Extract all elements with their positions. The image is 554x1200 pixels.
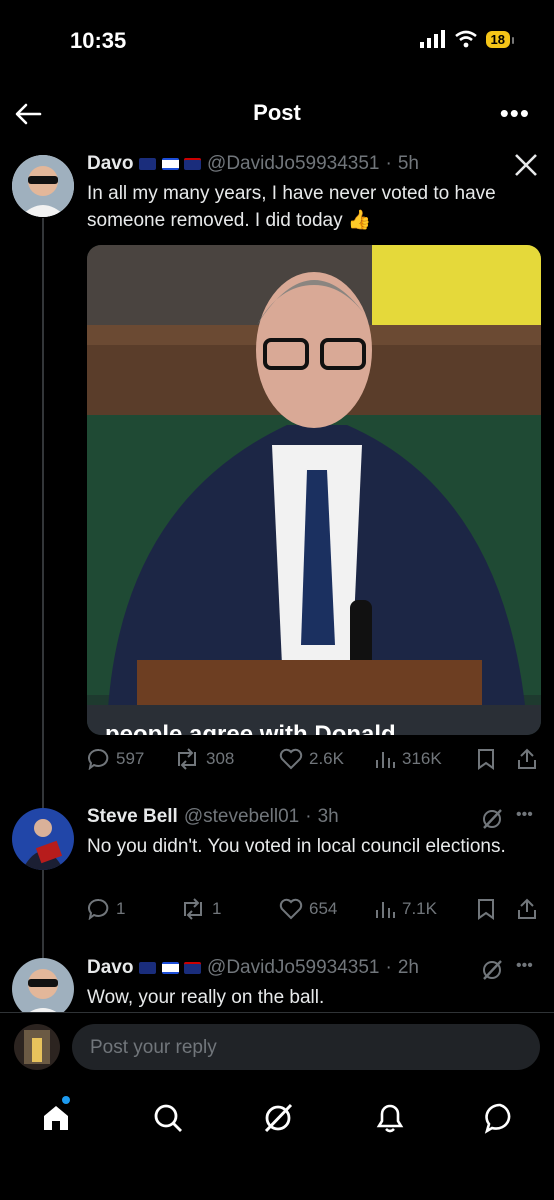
post-time: 3h (317, 806, 339, 827)
more-icon[interactable]: ••• (516, 806, 533, 824)
repost-action[interactable]: 308 (174, 748, 279, 770)
avatar[interactable] (12, 808, 74, 870)
share-icon[interactable] (516, 748, 538, 770)
reply-count: 1 (116, 899, 126, 918)
reply-action[interactable]: 597 (88, 748, 174, 770)
repost-icon (178, 748, 196, 770)
notification-dot (62, 1096, 70, 1104)
reply-icon (88, 748, 109, 770)
view-count: 7.1K (402, 899, 437, 918)
reply-count: 597 (116, 749, 145, 768)
like-count: 654 (309, 899, 338, 918)
reply-text: Wow, your really on the ball. (87, 987, 325, 1008)
views-action[interactable]: 316K (374, 748, 476, 770)
views-icon (376, 902, 395, 918)
flag-uk-icon (184, 157, 202, 170)
reply-icon (88, 898, 109, 920)
flag-au-icon (139, 961, 157, 974)
battery-indicator: 18 (485, 30, 515, 48)
author-name[interactable]: Davo (87, 957, 133, 979)
status-time: 10:35 (70, 28, 127, 53)
notifications-icon[interactable] (374, 1102, 406, 1134)
reply-text: No you didn't. You voted in local counci… (87, 836, 506, 857)
repost-icon (184, 898, 202, 920)
messages-icon[interactable] (484, 1102, 516, 1134)
page-title: Post (253, 100, 301, 125)
more-icon[interactable]: ••• (516, 957, 533, 975)
author-handle[interactable]: @DavidJo59934351 (207, 153, 379, 175)
grok-icon[interactable] (481, 959, 503, 981)
views-action[interactable]: 7.1K (374, 898, 476, 920)
views-icon (376, 752, 395, 768)
post-time: 2h (397, 957, 419, 978)
author-handle[interactable]: @stevebell01 (184, 806, 299, 828)
reply-input-placeholder: Post your reply (90, 1037, 217, 1058)
like-count: 2.6K (309, 749, 344, 768)
reply-author-row: Davo @DavidJo59934351 · 2h (87, 957, 419, 979)
post-author-row: Davo @DavidJo59934351 · 5h (87, 153, 419, 175)
grok-icon[interactable] (262, 1102, 294, 1134)
flag-il-icon (161, 961, 179, 974)
thumbs-up-emoji: 👍 (347, 210, 372, 231)
reply-actions: 1 1 654 7.1K (88, 898, 543, 920)
flag-au-icon (139, 157, 157, 170)
reply-action[interactable]: 1 (88, 898, 180, 920)
heart-icon (279, 748, 303, 770)
repost-count: 1 (212, 899, 222, 918)
author-handle[interactable]: @DavidJo59934351 (207, 957, 379, 979)
bookmark-icon[interactable] (476, 898, 496, 920)
avatar[interactable] (12, 155, 74, 217)
avatar[interactable] (12, 958, 74, 1020)
bottom-tab-bar (0, 1080, 554, 1200)
view-count: 316K (402, 749, 442, 768)
home-icon[interactable] (40, 1102, 72, 1134)
post-time: 5h (397, 153, 419, 174)
author-name[interactable]: Davo (87, 153, 133, 175)
repost-count: 308 (206, 749, 235, 768)
reply-author-row: Steve Bell @stevebell01 · 3h (87, 806, 339, 828)
repost-action[interactable]: 1 (180, 898, 279, 920)
user-avatar[interactable] (14, 1024, 60, 1070)
bookmark-icon[interactable] (476, 748, 496, 770)
status-icons: 18 (419, 30, 515, 48)
more-options-icon[interactable]: ••• (500, 100, 530, 126)
post-text: In all my many years, I have never voted… (87, 183, 496, 231)
wifi-icon (454, 30, 477, 48)
flags (139, 957, 202, 979)
like-action[interactable]: 654 (279, 898, 374, 920)
heart-icon (279, 898, 303, 920)
media-caption: people agree with Donald (105, 721, 396, 735)
signal-icon (419, 30, 445, 48)
flag-uk-icon (184, 961, 202, 974)
flags (139, 153, 202, 175)
post-actions: 597 308 2.6K 316K (88, 748, 543, 770)
grok-icon[interactable] (481, 808, 503, 830)
flag-il-icon (161, 157, 179, 170)
x-logo-icon (515, 154, 537, 176)
like-action[interactable]: 2.6K (279, 748, 374, 770)
search-icon[interactable] (152, 1102, 184, 1134)
post-media-image[interactable]: people agree with Donald (87, 245, 541, 735)
share-icon[interactable] (516, 898, 538, 920)
author-name[interactable]: Steve Bell (87, 806, 178, 828)
